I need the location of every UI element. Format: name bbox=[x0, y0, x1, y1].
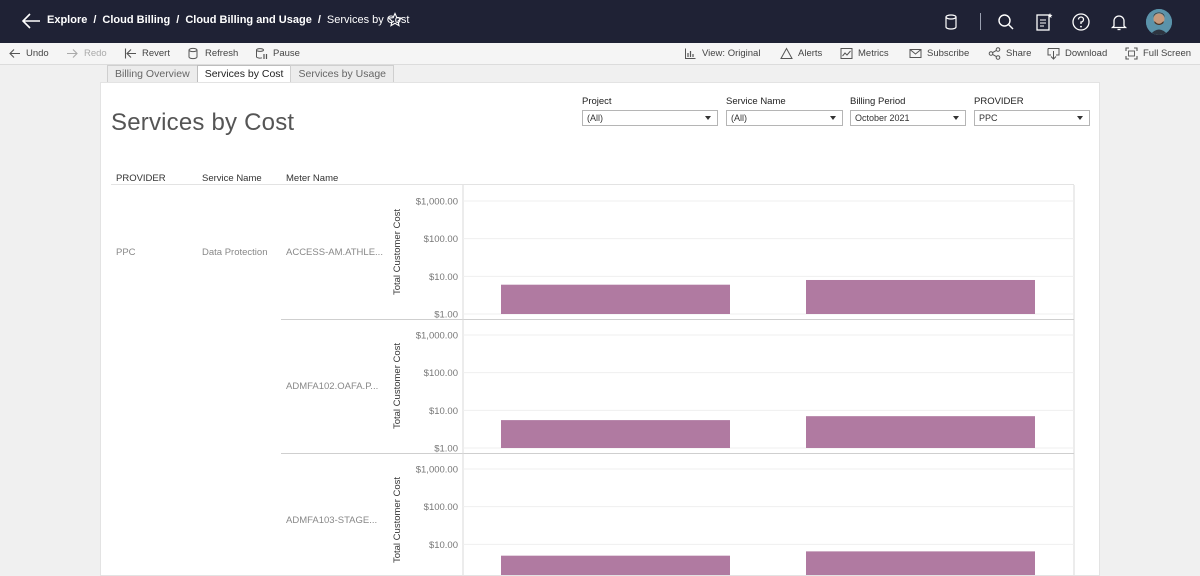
cost-bar bbox=[501, 420, 730, 448]
y-tick-label: $10.00 bbox=[429, 406, 458, 417]
share-icon bbox=[988, 47, 1001, 60]
full-screen-label: Full Screen bbox=[1143, 48, 1192, 59]
download-icon bbox=[1047, 48, 1060, 60]
new-document-icon[interactable] bbox=[1034, 12, 1054, 32]
tab-services-by-cost[interactable]: Services by Cost bbox=[196, 65, 292, 82]
cost-bar bbox=[501, 555, 730, 575]
favorite-star-icon[interactable] bbox=[387, 12, 403, 28]
download-label: Download bbox=[1065, 48, 1108, 59]
dashboard-toolbar: Undo Redo Revert Refresh Pause View: Ori… bbox=[0, 43, 1200, 65]
undo-button[interactable]: Undo bbox=[8, 47, 49, 60]
cost-bar bbox=[806, 416, 1035, 448]
y-tick-label: $100.00 bbox=[424, 368, 458, 379]
pause-button[interactable]: Pause bbox=[255, 47, 300, 60]
y-axis-title: Total Customer Cost bbox=[392, 477, 403, 563]
y-axis-title: Total Customer Cost bbox=[392, 343, 403, 429]
undo-arrow-icon bbox=[9, 49, 20, 58]
tab-billing-overview[interactable]: Billing Overview bbox=[107, 65, 198, 82]
user-avatar[interactable] bbox=[1146, 9, 1172, 35]
breadcrumb-cloud-billing[interactable]: Cloud Billing bbox=[102, 14, 170, 26]
cost-bar bbox=[806, 551, 1035, 575]
y-tick-label: $100.00 bbox=[424, 234, 458, 245]
subscribe-button[interactable]: Subscribe bbox=[909, 47, 969, 60]
view-chart-icon bbox=[685, 48, 696, 59]
revert-button[interactable]: Revert bbox=[124, 47, 170, 60]
share-label: Share bbox=[1006, 48, 1032, 59]
y-tick-label: $10.00 bbox=[429, 540, 458, 551]
y-tick-label: $1.00 bbox=[434, 444, 458, 455]
breadcrumb-explore[interactable]: Explore bbox=[47, 14, 87, 26]
metrics-label: Metrics bbox=[858, 48, 889, 59]
help-icon[interactable] bbox=[1071, 12, 1091, 32]
breadcrumb-separator: / bbox=[93, 14, 97, 26]
back-arrow-icon[interactable] bbox=[20, 11, 42, 31]
mail-icon bbox=[909, 49, 922, 58]
view-original-label: View: Original bbox=[702, 48, 761, 59]
y-tick-label: $1.00 bbox=[434, 310, 458, 321]
y-tick-label: $100.00 bbox=[424, 502, 458, 513]
breadcrumb: Explore / Cloud Billing / Cloud Billing … bbox=[47, 14, 409, 26]
refresh-datasource-icon bbox=[188, 47, 198, 60]
y-tick-label: $1,000.00 bbox=[416, 465, 458, 476]
cost-bar bbox=[806, 279, 1035, 314]
y-axis-title: Total Customer Cost bbox=[392, 209, 403, 295]
notifications-bell-icon[interactable] bbox=[1109, 12, 1129, 32]
metrics-button[interactable]: Metrics bbox=[840, 47, 889, 60]
cost-bar bbox=[501, 284, 730, 314]
dashboard-canvas: Services by Cost Project (All) Service N… bbox=[100, 82, 1100, 576]
undo-label: Undo bbox=[26, 48, 49, 59]
services-cost-chart: $1,000.00 $100.00 $10.00 $1.00 Total Custome… bbox=[281, 185, 1075, 575]
revert-icon bbox=[124, 48, 136, 59]
alerts-label: Alerts bbox=[798, 48, 823, 59]
top-navigation-bar: Explore / Cloud Billing / Cloud Billing … bbox=[0, 0, 1200, 43]
refresh-button[interactable]: Refresh bbox=[187, 47, 238, 60]
breadcrumb-separator: / bbox=[176, 14, 180, 26]
redo-button[interactable]: Redo bbox=[66, 47, 107, 60]
alert-triangle-icon bbox=[780, 47, 793, 59]
pause-icon bbox=[256, 48, 268, 59]
y-tick-label: $10.00 bbox=[429, 272, 458, 283]
metrics-icon bbox=[840, 48, 853, 59]
search-icon[interactable] bbox=[996, 12, 1016, 32]
view-original-button[interactable]: View: Original bbox=[684, 47, 760, 60]
download-button[interactable]: Download bbox=[1047, 47, 1107, 60]
full-screen-button[interactable]: Full Screen bbox=[1125, 47, 1191, 60]
data-source-icon[interactable] bbox=[941, 12, 961, 32]
refresh-label: Refresh bbox=[205, 48, 239, 59]
breadcrumb-cloud-billing-and-usage[interactable]: Cloud Billing and Usage bbox=[185, 14, 312, 26]
y-tick-label: $1,000.00 bbox=[416, 197, 458, 208]
tab-services-by-usage[interactable]: Services by Usage bbox=[290, 65, 395, 82]
alerts-button[interactable]: Alerts bbox=[780, 47, 822, 60]
subscribe-label: Subscribe bbox=[927, 48, 970, 59]
breadcrumb-separator: / bbox=[317, 14, 321, 26]
redo-arrow-icon bbox=[67, 49, 78, 58]
y-tick-label: $1,000.00 bbox=[416, 331, 458, 342]
share-button[interactable]: Share bbox=[988, 47, 1031, 60]
sheet-tabs: Billing Overview Services by Cost Servic… bbox=[107, 65, 395, 82]
pause-label: Pause bbox=[273, 48, 300, 59]
redo-label: Redo bbox=[84, 48, 107, 59]
toolbar-divider bbox=[980, 13, 981, 30]
full-screen-icon bbox=[1125, 47, 1138, 60]
revert-label: Revert bbox=[142, 48, 170, 59]
